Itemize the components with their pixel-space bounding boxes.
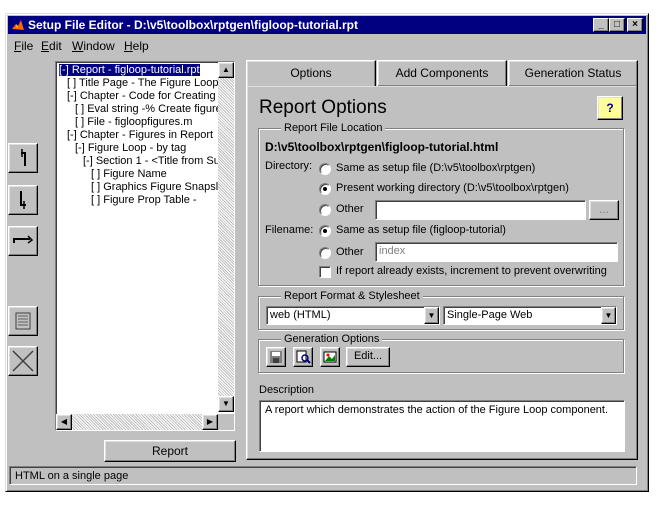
file-other-label: Other xyxy=(336,246,364,258)
tree-item[interactable]: [ ] Graphics Figure Snapsl xyxy=(91,181,218,194)
tree-item[interactable]: [ ] Eval string -% Create figure xyxy=(75,103,222,116)
scroll-up-icon[interactable]: ▲ xyxy=(218,62,234,78)
dir-pwd-label: Present working directory (D:\v5\toolbox… xyxy=(336,182,569,194)
tab-add-components[interactable]: Add Components xyxy=(377,60,507,87)
filename-other-input[interactable]: index xyxy=(375,242,618,262)
report-path: D:\v5\toolbox\rptgen\figloop-tutorial.ht… xyxy=(265,140,499,154)
stylesheet-select[interactable]: Single-Page Web ▼ xyxy=(443,306,617,325)
help-button[interactable]: ? xyxy=(597,96,623,120)
image-icon xyxy=(323,351,337,363)
tree-horizontal-scrollbar[interactable]: ◀ ▶ xyxy=(56,414,218,430)
menu-bar: File Edit Window Help xyxy=(8,36,646,54)
dir-same-radio[interactable] xyxy=(319,163,331,175)
page-title: Report Options xyxy=(259,97,387,118)
menu-window[interactable]: Window xyxy=(72,39,115,53)
browse-button[interactable]: ... xyxy=(589,200,619,220)
move-down-button[interactable] xyxy=(8,185,38,215)
dir-other-label: Other xyxy=(336,203,364,215)
tree-item[interactable]: [ ] File - figloopfigures.m xyxy=(75,116,192,129)
save-button[interactable] xyxy=(266,347,286,367)
x-delete-icon xyxy=(12,350,34,372)
arrow-down-left-icon xyxy=(20,191,26,209)
scroll-left-icon[interactable]: ◀ xyxy=(56,414,72,430)
tab-generation-status[interactable]: Generation Status xyxy=(508,60,638,87)
tree-item[interactable]: [-] Figure Loop - by tag xyxy=(75,142,186,155)
menu-file[interactable]: File xyxy=(14,39,33,53)
directory-other-input[interactable] xyxy=(375,200,586,220)
tree-item[interactable]: [ ] Figure Name xyxy=(91,168,167,181)
menu-edit[interactable]: Edit xyxy=(41,39,62,53)
chevron-down-icon[interactable]: ▼ xyxy=(601,307,616,324)
image-options-button[interactable] xyxy=(320,347,340,367)
menu-help[interactable]: Help xyxy=(124,39,149,53)
tree-vertical-scrollbar[interactable]: ▲ ▼ xyxy=(218,62,234,412)
floppy-disk-icon xyxy=(270,351,282,363)
close-button[interactable]: × xyxy=(627,18,643,32)
window-title: Setup File Editor - D:\v5\toolbox\rptgen… xyxy=(28,18,358,32)
file-other-radio[interactable] xyxy=(319,247,331,259)
file-same-label: Same as setup file (figloop-tutorial) xyxy=(336,224,506,236)
increment-label: If report already exists, increment to p… xyxy=(336,265,607,277)
minimize-button[interactable]: _ xyxy=(593,18,609,32)
dir-pwd-radio[interactable] xyxy=(319,183,331,195)
move-up-button[interactable] xyxy=(8,143,38,173)
description-textarea[interactable]: A report which demonstrates the action o… xyxy=(259,400,625,452)
filename-label: Filename: xyxy=(265,224,314,236)
status-bar: HTML on a single page xyxy=(9,466,637,485)
description-label: Description xyxy=(259,384,315,396)
chevron-down-icon[interactable]: ▼ xyxy=(424,307,439,324)
format-select[interactable]: web (HTML) ▼ xyxy=(266,306,440,325)
preview-button[interactable] xyxy=(293,347,313,367)
matlab-logo-icon xyxy=(11,18,25,32)
tree-item[interactable]: [ ] Figure Prop Table - xyxy=(91,194,197,207)
scroll-down-icon[interactable]: ▼ xyxy=(218,396,234,412)
tree-item[interactable]: [-] Section 1 - <Title from Su xyxy=(83,155,220,168)
group-label: Generation Options xyxy=(281,333,383,345)
tree-item[interactable]: [-] Chapter - Code for Creating F xyxy=(67,90,225,103)
directory-label: Directory: xyxy=(265,160,313,172)
report-button[interactable]: Report xyxy=(104,440,236,462)
file-same-radio[interactable] xyxy=(319,225,331,237)
increment-checkbox[interactable] xyxy=(319,266,331,278)
component-tree[interactable]: [-] Report - figloop-tutorial.rpt [ ] Ti… xyxy=(55,61,235,431)
arrow-up-left-icon xyxy=(21,149,26,166)
magnifier-document-icon xyxy=(296,350,311,364)
tree-item[interactable]: [-] Report - figloop-tutorial.rpt xyxy=(59,64,200,77)
tab-options[interactable]: Options xyxy=(246,60,376,87)
dir-same-label: Same as setup file (D:\v5\toolbox\rptgen… xyxy=(336,162,536,174)
stylesheet-value: Single-Page Web xyxy=(447,309,533,321)
title-bar[interactable]: Setup File Editor - D:\v5\toolbox\rptgen… xyxy=(8,16,646,34)
tree-item[interactable]: [ ] Title Page - The Figure Loop xyxy=(67,77,218,90)
document-icon xyxy=(15,312,31,330)
delete-button[interactable] xyxy=(8,346,38,376)
format-value: web (HTML) xyxy=(270,309,331,321)
maximize-button[interactable]: □ xyxy=(609,18,625,32)
list-button[interactable] xyxy=(8,306,38,336)
dir-other-radio[interactable] xyxy=(319,204,331,216)
arrow-right-bend-icon xyxy=(13,235,34,244)
group-label: Report File Location xyxy=(281,122,386,134)
demote-button[interactable] xyxy=(8,226,38,256)
scrollbar-corner xyxy=(218,414,234,430)
scroll-right-icon[interactable]: ▶ xyxy=(202,414,218,430)
edit-button[interactable]: Edit... xyxy=(346,347,390,367)
tree-item[interactable]: [-] Chapter - Figures in Report xyxy=(67,129,213,142)
group-label: Report Format & Stylesheet xyxy=(281,290,423,302)
